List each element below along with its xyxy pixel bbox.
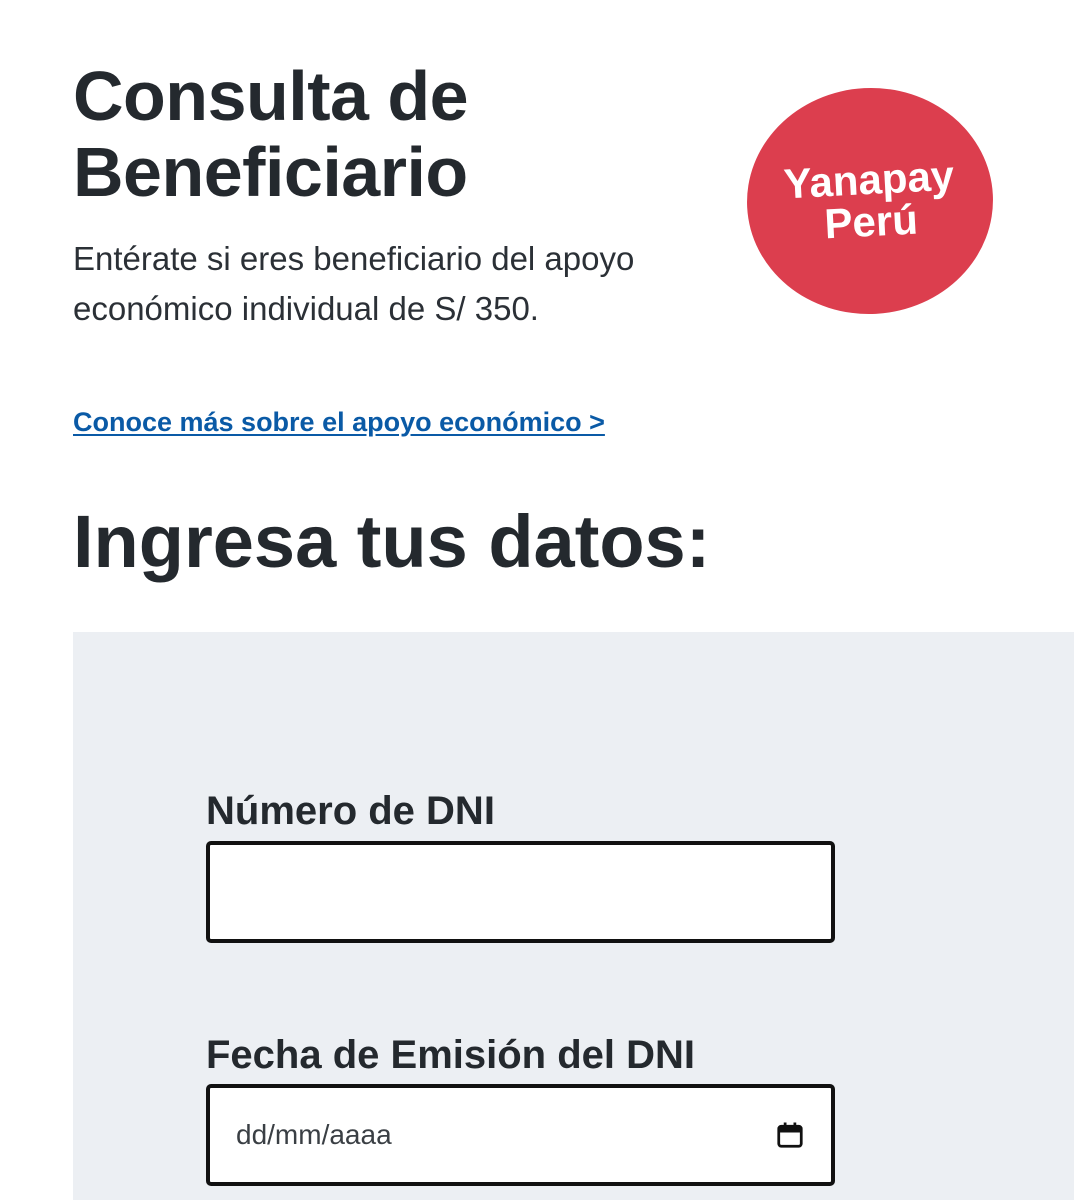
fecha-emision-label: Fecha de Emisión del DNI: [206, 1033, 696, 1077]
logo-line-2: Perú: [823, 195, 919, 248]
form-section-title: Ingresa tus datos:: [73, 500, 711, 583]
page: Consulta de Beneficiario Entérate si ere…: [0, 0, 1074, 1200]
fecha-placeholder: dd/mm/aaaa: [236, 1119, 392, 1150]
fecha-emision-input[interactable]: dd/mm/aaaa: [206, 1084, 835, 1186]
dni-input[interactable]: [206, 841, 835, 943]
page-subtitle: Entérate si eres beneficiario del apoyo …: [73, 240, 635, 327]
page-title: Consulta de Beneficiario: [73, 57, 469, 211]
calendar-icon[interactable]: [775, 1120, 805, 1150]
dni-label: Número de DNI: [206, 789, 495, 833]
info-link[interactable]: Conoce más sobre el apoyo económico >: [73, 404, 605, 440]
yanapay-peru-logo: Yanapay Perú: [741, 81, 999, 321]
